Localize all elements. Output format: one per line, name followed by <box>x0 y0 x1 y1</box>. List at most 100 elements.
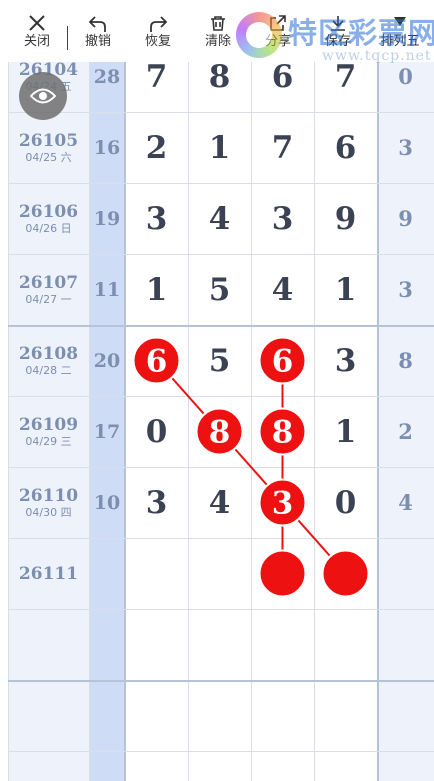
digit-cell[interactable]: 8 <box>188 62 251 112</box>
digit-cell[interactable] <box>125 538 188 609</box>
table-row: 26106 04/26 日 19 3 4 3 9 9 <box>0 183 434 254</box>
digit-cell[interactable]: 5 <box>188 325 251 396</box>
close-label: 关闭 <box>23 34 50 49</box>
undo-icon <box>70 0 126 34</box>
toolbar-divider <box>67 26 68 50</box>
close-button[interactable]: 关闭 <box>9 0 65 62</box>
issue-date: 04/26 日 <box>25 221 72 235</box>
span-cell <box>377 538 434 609</box>
digit-cell[interactable]: 5 <box>188 254 251 325</box>
digit-cell[interactable]: 6 <box>251 325 314 396</box>
digit-cell[interactable]: 3 <box>125 183 188 254</box>
issue-date: 04/30 四 <box>25 505 72 519</box>
span-cell: 4 <box>398 490 413 515</box>
issue-number: 26109 <box>18 414 79 435</box>
digit-cell[interactable] <box>188 538 251 609</box>
digit-cell[interactable]: 7 <box>125 62 188 112</box>
issue-number: 26106 <box>18 201 79 222</box>
toolbar: 关闭 撤销 恢复 清除 分享 保存 排列五 <box>0 0 434 62</box>
digit-cell[interactable]: 3 <box>125 467 188 538</box>
digit-cell[interactable]: 0 <box>125 396 188 467</box>
trend-chart-grid[interactable]: 2610404/24 五28786702610504/25 六162176326… <box>0 62 434 781</box>
issue-cell: 26105 04/25 六 <box>8 112 89 183</box>
download-icon <box>310 0 366 34</box>
digit-cell[interactable]: 7 <box>314 62 377 112</box>
game-selector-button[interactable]: 排列五 <box>372 0 428 62</box>
sum-cell: 11 <box>93 278 121 301</box>
digit-cell[interactable]: 9 <box>314 183 377 254</box>
sum-cell: 17 <box>93 420 121 443</box>
table-row: 26111 <box>0 538 434 609</box>
digit-cell[interactable]: 1 <box>125 254 188 325</box>
digit-cell[interactable]: 4 <box>188 183 251 254</box>
share-icon <box>250 0 306 34</box>
issue-cell: 26106 04/26 日 <box>8 183 89 254</box>
digit-cell[interactable]: 4 <box>188 467 251 538</box>
sum-cell: 19 <box>93 207 121 230</box>
digit-cell[interactable]: 8 <box>188 396 251 467</box>
issue-cell: 26109 04/29 三 <box>8 396 89 467</box>
issue-date: 04/27 一 <box>25 292 72 306</box>
close-icon <box>9 0 65 34</box>
span-cell: 2 <box>398 419 413 444</box>
issue-number: 26111 <box>18 563 79 584</box>
grid-hline <box>8 680 434 682</box>
digit-cell[interactable]: 7 <box>251 112 314 183</box>
digit-cell[interactable]: 2 <box>125 112 188 183</box>
digit-cell[interactable]: 1 <box>314 254 377 325</box>
redo-icon <box>130 0 186 34</box>
table-row: 26107 04/27 一 11 1 5 4 1 3 <box>0 254 434 325</box>
undo-button[interactable]: 撤销 <box>70 0 126 62</box>
span-cell: 3 <box>398 135 413 160</box>
span-cell: 8 <box>398 348 413 373</box>
triangle-down-icon <box>372 0 428 34</box>
digit-cell[interactable]: 6 <box>125 325 188 396</box>
issue-number: 26105 <box>18 130 79 151</box>
digit-cell[interactable]: 1 <box>314 396 377 467</box>
sum-cell: 10 <box>93 491 121 514</box>
table-row: 26105 04/25 六 16 2 1 7 6 3 <box>0 112 434 183</box>
save-button[interactable]: 保存 <box>310 0 366 62</box>
digit-cell[interactable] <box>314 538 377 609</box>
issue-date: 04/25 六 <box>25 150 72 164</box>
digit-cell[interactable]: 6 <box>251 62 314 112</box>
span-cell: 9 <box>398 206 413 231</box>
grid-hline <box>8 751 434 752</box>
share-button[interactable]: 分享 <box>250 0 306 62</box>
digit-cell[interactable]: 0 <box>314 467 377 538</box>
game-selector-label: 排列五 <box>380 34 420 49</box>
span-cell: 3 <box>398 277 413 302</box>
redo-button[interactable]: 恢复 <box>130 0 186 62</box>
clear-label: 清除 <box>204 34 231 49</box>
save-label: 保存 <box>324 34 351 49</box>
digit-cell[interactable]: 3 <box>251 183 314 254</box>
issue-date: 04/28 二 <box>25 363 72 377</box>
digit-cell[interactable]: 3 <box>251 467 314 538</box>
digit-cell[interactable]: 3 <box>314 325 377 396</box>
sum-cell: 28 <box>93 65 121 88</box>
digit-cell[interactable]: 6 <box>314 112 377 183</box>
digit-cell[interactable]: 4 <box>251 254 314 325</box>
sum-cell: 20 <box>93 349 121 372</box>
table-row: 2610904/29 三1708812 <box>0 396 434 467</box>
issue-cell: 26108 04/28 二 <box>8 325 89 396</box>
issue-cell: 26110 04/30 四 <box>8 467 89 538</box>
table-row: 2610804/28 二2065638 <box>0 325 434 396</box>
trash-icon <box>190 0 246 34</box>
digit-cell[interactable]: 8 <box>251 396 314 467</box>
clear-button[interactable]: 清除 <box>190 0 246 62</box>
redo-label: 恢复 <box>144 34 171 49</box>
digit-cell[interactable] <box>251 538 314 609</box>
sum-cell <box>89 538 125 609</box>
sum-cell: 16 <box>93 136 121 159</box>
toggle-visibility-button[interactable] <box>19 72 67 120</box>
share-label: 分享 <box>264 34 291 49</box>
span-cell: 0 <box>398 64 413 89</box>
digit-cell[interactable]: 1 <box>188 112 251 183</box>
eye-icon <box>30 88 56 104</box>
issue-cell: 26111 <box>8 538 89 609</box>
issue-date: 04/29 三 <box>25 434 72 448</box>
issue-cell: 26107 04/27 一 <box>8 254 89 325</box>
issue-number: 26110 <box>18 485 79 506</box>
undo-label: 撤销 <box>84 34 111 49</box>
